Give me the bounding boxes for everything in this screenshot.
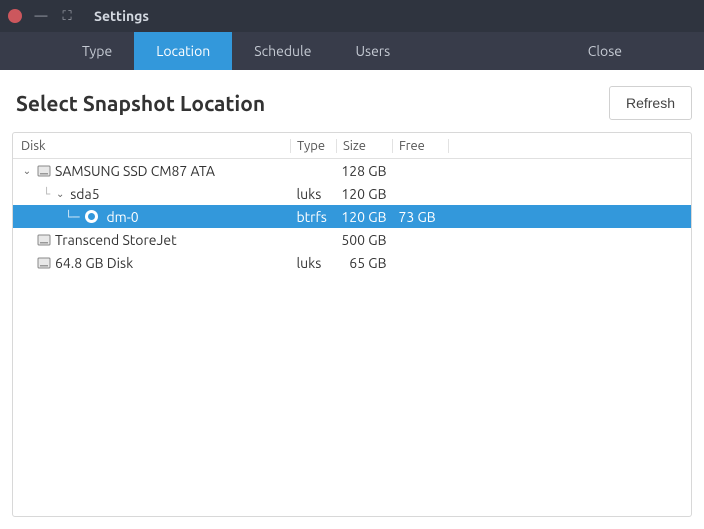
disk-size: 65 GB: [336, 255, 392, 271]
disk-name: Transcend StoreJet: [55, 232, 177, 248]
radio-selected-icon[interactable]: [85, 210, 98, 223]
table-row[interactable]: ⌄ SAMSUNG SSD CM87 ATA 128 GB: [13, 159, 691, 182]
minimize-window-button[interactable]: —: [34, 9, 48, 23]
tree-line-icon: └: [43, 187, 50, 201]
tab-close[interactable]: Close: [566, 32, 644, 70]
chevron-down-icon[interactable]: ⌄: [21, 165, 33, 177]
disk-free: 73 GB: [392, 209, 448, 225]
disk-name: SAMSUNG SSD CM87 ATA: [55, 163, 215, 179]
table-row[interactable]: ⌄ Transcend StoreJet 500 GB: [13, 228, 691, 251]
volume-name: dm-0: [106, 209, 138, 225]
disk-size: 128 GB: [336, 163, 392, 179]
close-window-button[interactable]: [8, 9, 22, 23]
window-title: Settings: [94, 8, 149, 24]
tab-bar: Type Location Schedule Users Close: [0, 32, 704, 70]
content-area: Select Snapshot Location Refresh Disk Ty…: [0, 70, 704, 529]
disk-icon: [37, 233, 51, 247]
column-disk[interactable]: Disk: [13, 139, 291, 153]
disk-type: luks: [290, 255, 336, 271]
partition-name: sda5: [70, 186, 99, 202]
column-free[interactable]: Free: [393, 139, 449, 153]
table-header: Disk Type Size Free: [13, 133, 691, 159]
table-row[interactable]: ⌄ 64.8 GB Disk luks 65 GB: [13, 251, 691, 274]
disk-type: btrfs: [290, 209, 336, 225]
tab-users[interactable]: Users: [333, 32, 412, 70]
refresh-button[interactable]: Refresh: [609, 86, 692, 120]
disk-size: 120 GB: [336, 209, 392, 225]
page-title: Select Snapshot Location: [16, 91, 265, 115]
titlebar: — ⛶ Settings: [0, 0, 704, 32]
column-type[interactable]: Type: [291, 139, 337, 153]
disk-table: Disk Type Size Free ⌄ SAMSUNG SSD CM87 A…: [12, 132, 692, 517]
disk-type: luks: [290, 186, 336, 202]
disk-size: 500 GB: [336, 232, 392, 248]
tab-schedule[interactable]: Schedule: [232, 32, 333, 70]
tree-line-icon: └─: [65, 210, 79, 224]
disk-name: 64.8 GB Disk: [55, 255, 133, 271]
table-row[interactable]: └─ dm-0 btrfs 120 GB 73 GB: [13, 205, 691, 228]
disk-size: 120 GB: [336, 186, 392, 202]
disk-icon: [37, 164, 51, 178]
maximize-window-button[interactable]: ⛶: [60, 9, 74, 23]
chevron-down-icon[interactable]: ⌄: [54, 188, 66, 200]
column-size[interactable]: Size: [337, 139, 393, 153]
disk-icon: [37, 256, 51, 270]
tab-type[interactable]: Type: [60, 32, 134, 70]
tab-location[interactable]: Location: [134, 32, 232, 70]
table-row[interactable]: └ ⌄ sda5 luks 120 GB: [13, 182, 691, 205]
